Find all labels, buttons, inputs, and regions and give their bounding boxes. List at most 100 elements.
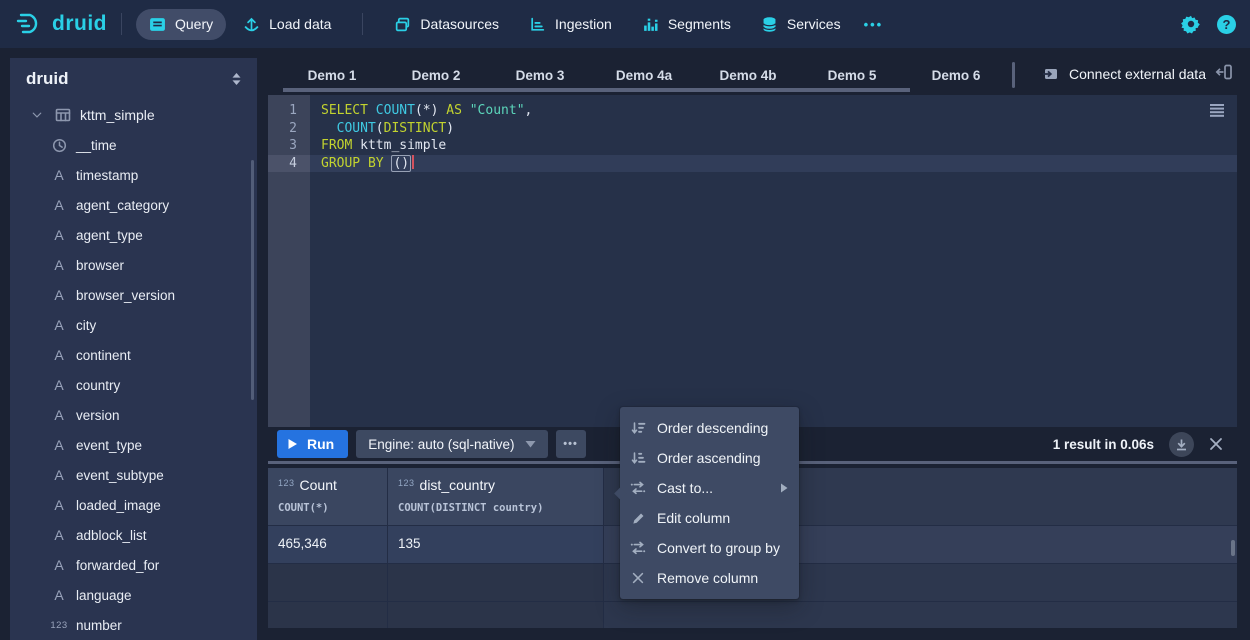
- results-scrollbar[interactable]: [1231, 540, 1235, 556]
- tree-column-agent_type[interactable]: Aagent_type: [10, 220, 257, 250]
- table-cell[interactable]: [268, 602, 388, 628]
- menu-item-order-descending[interactable]: Order descending: [620, 413, 799, 443]
- tree-column-version[interactable]: Aversion: [10, 400, 257, 430]
- tree-column-agent_category[interactable]: Aagent_category: [10, 190, 257, 220]
- query-more-button[interactable]: •••: [556, 430, 586, 458]
- tree-column-language[interactable]: Alanguage: [10, 580, 257, 610]
- tree-column-loaded_image[interactable]: Aloaded_image: [10, 490, 257, 520]
- code-line-4[interactable]: 4GROUP BY (): [268, 155, 1237, 173]
- code-line-3[interactable]: 3FROM kttm_simple: [268, 137, 1237, 155]
- row-filler: [604, 602, 1237, 628]
- menu-item-convert-to-group-by[interactable]: Convert to group by: [620, 533, 799, 563]
- nav-item-segments[interactable]: Segments: [629, 9, 744, 40]
- string-type-icon: A: [50, 587, 68, 603]
- engine-select-label: Engine: auto (sql-native): [368, 437, 514, 452]
- menu-item-edit-column[interactable]: Edit column: [620, 503, 799, 533]
- table-cell[interactable]: [268, 564, 388, 602]
- schema-sort-icon[interactable]: [230, 72, 243, 86]
- nav-item-query[interactable]: Query: [136, 9, 226, 40]
- download-icon[interactable]: [1169, 432, 1194, 457]
- tree-column-browser_version[interactable]: Abrowser_version: [10, 280, 257, 310]
- column-header-dist_country[interactable]: 123dist_countryCOUNT(DISTINCT country): [388, 468, 604, 526]
- import-data-icon: [1042, 66, 1059, 82]
- menu-item-cast-to[interactable]: Cast to...: [620, 473, 799, 503]
- tree-item-label: number: [76, 618, 122, 633]
- tree-column-timestamp[interactable]: Atimestamp: [10, 160, 257, 190]
- nav-item-load-data[interactable]: Load data: [230, 9, 344, 40]
- cast-icon: [630, 540, 646, 556]
- tree-column-event_subtype[interactable]: Aevent_subtype: [10, 460, 257, 490]
- nav-item-label: Services: [787, 16, 841, 32]
- tab-demo-2[interactable]: Demo 2: [384, 61, 488, 90]
- column-expression: COUNT(*): [278, 502, 377, 514]
- chevron-down-icon[interactable]: [28, 109, 46, 121]
- schema-title: druid: [26, 69, 69, 89]
- tab-demo-6[interactable]: Demo 6: [904, 61, 1008, 90]
- string-type-icon: A: [50, 377, 68, 393]
- sidebar-scrollbar[interactable]: [251, 160, 254, 400]
- tab-demo-1[interactable]: Demo 1: [280, 61, 384, 90]
- line-number: 3: [268, 137, 310, 155]
- table-row: [268, 602, 1237, 628]
- nav-item-services[interactable]: Services: [748, 9, 854, 40]
- close-results-icon[interactable]: [1209, 437, 1223, 451]
- tree-item-label: version: [76, 408, 120, 423]
- open-panel-icon[interactable]: [1215, 63, 1233, 81]
- menu-item-order-ascending[interactable]: Order ascending: [620, 443, 799, 473]
- connect-external-data-button[interactable]: Connect external data: [1034, 61, 1214, 87]
- tree-column-browser[interactable]: Abrowser: [10, 250, 257, 280]
- table-cell[interactable]: 465,346: [268, 526, 388, 564]
- tab-demo-4b[interactable]: Demo 4b: [696, 61, 800, 90]
- tree-item-label: forwarded_for: [76, 558, 159, 573]
- code-text: GROUP BY (): [310, 155, 1237, 173]
- table-cell[interactable]: [388, 564, 604, 602]
- sort-desc-icon: [630, 420, 646, 436]
- tree-column-__time[interactable]: __time: [10, 130, 257, 160]
- tab-demo-3[interactable]: Demo 3: [488, 61, 592, 90]
- code-line-1[interactable]: 1SELECT COUNT(*) AS "Count",: [268, 102, 1237, 120]
- result-status: 1 result in 0.06s: [1053, 437, 1154, 452]
- engine-select[interactable]: Engine: auto (sql-native): [356, 430, 547, 458]
- menu-item-label: Remove column: [657, 570, 758, 586]
- tree-column-forwarded_for[interactable]: Aforwarded_for: [10, 550, 257, 580]
- tree-item-label: agent_type: [76, 228, 143, 243]
- navbar-items: Query Load data DatasourcesIngestionSegmen…: [136, 9, 854, 40]
- help-icon[interactable]: ?: [1217, 15, 1236, 34]
- column-type-icon: 123: [278, 478, 295, 488]
- datasources-icon: [394, 16, 411, 33]
- table-cell[interactable]: [388, 602, 604, 628]
- tab-demo-4a[interactable]: Demo 4a: [592, 61, 696, 90]
- navbar-more-button[interactable]: •••: [854, 11, 894, 38]
- tree-column-number[interactable]: 123number: [10, 610, 257, 640]
- sql-editor[interactable]: 1SELECT COUNT(*) AS "Count",2 COUNT(DIST…: [268, 95, 1237, 427]
- code-line-2[interactable]: 2 COUNT(DISTINCT): [268, 120, 1237, 138]
- code-text: FROM kttm_simple: [310, 137, 1237, 155]
- navbar-divider: [362, 13, 363, 35]
- tree-column-event_type[interactable]: Aevent_type: [10, 430, 257, 460]
- table-cell[interactable]: 135: [388, 526, 604, 564]
- nav-item-label: Load data: [269, 16, 331, 32]
- druid-logo[interactable]: druid: [14, 9, 107, 39]
- tree-datasource-kttm_simple[interactable]: kttm_simple: [10, 100, 257, 130]
- query-icon: [149, 16, 166, 33]
- string-type-icon: A: [50, 437, 68, 453]
- nav-item-ingestion[interactable]: Ingestion: [516, 9, 625, 40]
- string-type-icon: A: [50, 347, 68, 363]
- nav-item-label: Query: [175, 16, 213, 32]
- run-button[interactable]: Run: [277, 430, 348, 458]
- string-type-icon: A: [50, 467, 68, 483]
- tabstrip-scrollbar[interactable]: [283, 88, 910, 92]
- tab-demo-5[interactable]: Demo 5: [800, 61, 904, 90]
- remove-icon: [630, 571, 646, 585]
- string-type-icon: A: [50, 167, 68, 183]
- nav-item-datasources[interactable]: Datasources: [381, 9, 512, 40]
- tree-column-adblock_list[interactable]: Aadblock_list: [10, 520, 257, 550]
- tree-column-city[interactable]: Acity: [10, 310, 257, 340]
- settings-gear-icon[interactable]: [1181, 14, 1201, 34]
- tree-column-continent[interactable]: Acontinent: [10, 340, 257, 370]
- menu-item-remove-column[interactable]: Remove column: [620, 563, 799, 593]
- tree-column-country[interactable]: Acountry: [10, 370, 257, 400]
- editor-menu-icon[interactable]: [1209, 103, 1225, 118]
- string-type-icon: A: [50, 557, 68, 573]
- column-header-Count[interactable]: 123CountCOUNT(*): [268, 468, 388, 526]
